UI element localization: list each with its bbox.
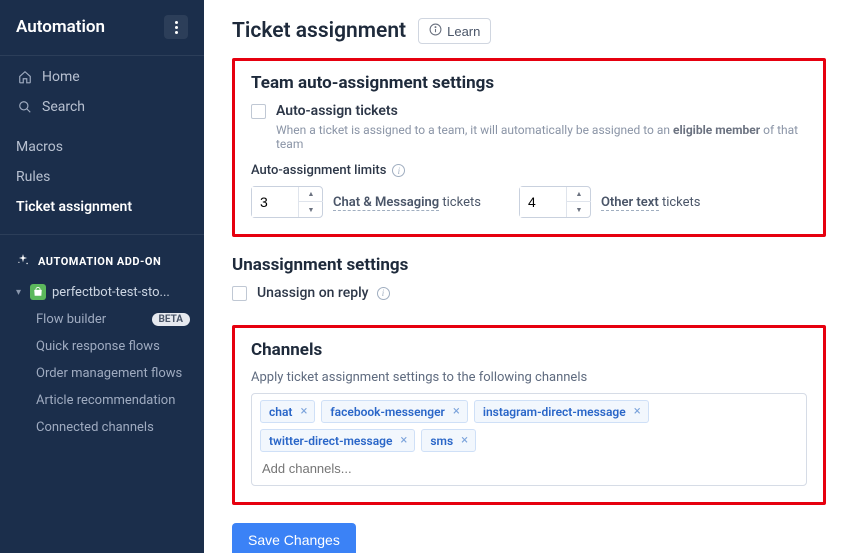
beta-badge: BETA [152, 313, 191, 326]
store-name: perfectbot-test-sto... [52, 285, 170, 300]
main-content: Ticket assignment Learn Team auto-assign… [204, 0, 850, 553]
nav-home-label: Home [42, 69, 80, 85]
learn-button[interactable]: Learn [418, 18, 491, 44]
nav-search[interactable]: Search [0, 92, 204, 122]
team-auto-assignment-section: Team auto-assignment settings Auto-assig… [232, 58, 826, 237]
auto-assign-help: When a ticket is assigned to a team, it … [276, 123, 807, 151]
auto-assign-label: Auto-assign tickets [276, 103, 398, 119]
nav-ticket-assignment[interactable]: Ticket assignment [0, 192, 204, 222]
auto-assign-checkbox[interactable] [251, 104, 266, 119]
sidebar: Automation Home Search Macros Rules Tick… [0, 0, 204, 553]
subnav-quick-response[interactable]: Quick response flows [36, 333, 204, 360]
nav-search-label: Search [42, 99, 85, 115]
info-icon [429, 23, 442, 39]
addon-label: AUTOMATION ADD-ON [38, 255, 161, 268]
remove-tag-icon[interactable]: × [397, 433, 410, 448]
channels-title: Channels [251, 340, 807, 360]
subnav-order-mgmt[interactable]: Order management flows [36, 360, 204, 387]
page-title: Ticket assignment [232, 19, 406, 43]
channel-tag-label: facebook-messenger [330, 405, 444, 419]
store-item[interactable]: ▾ perfectbot-test-sto... [0, 278, 204, 306]
chat-limit-up[interactable]: ▲ [299, 187, 323, 202]
info-icon[interactable]: i [377, 287, 390, 300]
channel-tag-label: instagram-direct-message [483, 405, 626, 419]
remove-tag-icon[interactable]: × [450, 404, 463, 419]
kebab-icon [175, 21, 178, 34]
unassignment-title: Unassignment settings [232, 255, 826, 275]
chat-limit-label: Chat & Messaging tickets [333, 195, 481, 210]
learn-label: Learn [447, 24, 480, 39]
channel-tag: instagram-direct-message × [474, 400, 649, 423]
channel-tag-label: sms [430, 434, 453, 448]
other-limit-down[interactable]: ▼ [567, 202, 591, 217]
remove-tag-icon[interactable]: × [458, 433, 471, 448]
save-changes-button[interactable]: Save Changes [232, 523, 356, 553]
remove-tag-icon[interactable]: × [631, 404, 644, 419]
caret-down-icon: ▾ [16, 287, 26, 298]
channel-tag: chat × [260, 400, 315, 423]
channel-tag-label: twitter-direct-message [269, 434, 392, 448]
chat-limit-down[interactable]: ▼ [299, 202, 323, 217]
chat-limit-input[interactable] [252, 187, 298, 217]
search-icon [16, 100, 34, 114]
channel-tag: twitter-direct-message × [260, 429, 415, 452]
team-section-title: Team auto-assignment settings [251, 73, 807, 93]
limits-label: Auto-assignment limits i [251, 163, 807, 178]
nav-rules[interactable]: Rules [0, 162, 204, 192]
sparkle-icon [16, 253, 30, 270]
sidebar-title: Automation [16, 17, 105, 37]
nav-macros[interactable]: Macros [0, 132, 204, 162]
unassignment-section: Unassignment settings Unassign on reply … [232, 255, 826, 319]
channels-description: Apply ticket assignment settings to the … [251, 370, 807, 385]
channels-add-input[interactable] [260, 458, 798, 481]
other-limit-up[interactable]: ▲ [567, 187, 591, 202]
unassign-checkbox[interactable] [232, 286, 247, 301]
channels-section: Channels Apply ticket assignment setting… [232, 325, 826, 505]
home-icon [16, 70, 34, 84]
addon-header: AUTOMATION ADD-ON [0, 241, 204, 278]
limit-chat-group: ▲▼ Chat & Messaging tickets [251, 186, 481, 218]
other-limit-input[interactable] [520, 187, 566, 217]
subnav-connected-channels[interactable]: Connected channels [36, 414, 204, 441]
remove-tag-icon[interactable]: × [297, 404, 310, 419]
channel-tag: facebook-messenger × [321, 400, 467, 423]
subnav-flow-builder[interactable]: Flow builder BETA [36, 306, 204, 333]
other-limit-label: Other text tickets [601, 195, 701, 210]
sidebar-menu-button[interactable] [164, 15, 188, 39]
subnav-article-rec[interactable]: Article recommendation [36, 387, 204, 414]
unassign-label: Unassign on reply [257, 285, 369, 301]
shopify-bag-icon [30, 284, 46, 300]
channels-tag-input[interactable]: chat×facebook-messenger×instagram-direct… [251, 393, 807, 486]
limit-other-group: ▲▼ Other text tickets [519, 186, 701, 218]
channel-tag: sms × [421, 429, 476, 452]
info-icon[interactable]: i [392, 164, 405, 177]
nav-home[interactable]: Home [0, 62, 204, 92]
channel-tag-label: chat [269, 405, 292, 419]
